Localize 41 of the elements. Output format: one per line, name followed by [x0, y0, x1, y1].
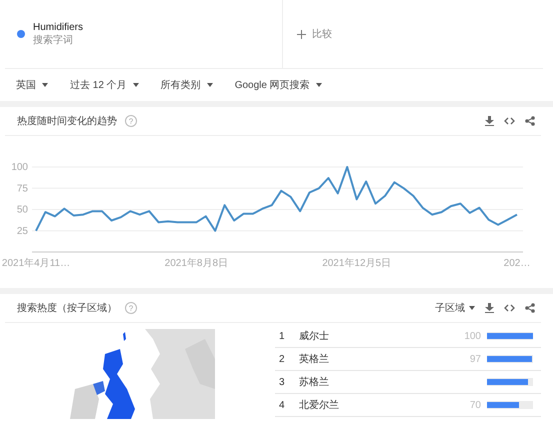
interest-value: 100: [463, 330, 481, 342]
rank-number: 1: [278, 330, 286, 342]
section-title: 搜索热度（按子区域）: [17, 302, 117, 315]
rank-number: 3: [278, 376, 286, 388]
rank-number: 2: [278, 354, 286, 364]
axis-tick-label: 202…: [504, 258, 530, 269]
caret-icon[interactable]: [132, 83, 139, 87]
resolution-dropdown[interactable]: 子区域: [435, 301, 475, 315]
axis-tick-label: 25: [16, 226, 28, 237]
axis-tick-label: 50: [16, 204, 28, 216]
search-term: Humidifiers: [33, 22, 84, 32]
filter-dropdown[interactable]: Google 网页搜索: [234, 78, 322, 92]
interest-value: 97: [468, 354, 481, 364]
axis-tick-label: 2021年4月11…: [2, 258, 70, 269]
term-type-label: 搜索字词: [33, 34, 74, 46]
filter-dropdown[interactable]: 所有类别: [160, 78, 213, 92]
download-icon[interactable]: [485, 116, 494, 126]
filter-dropdown[interactable]: 英国: [16, 78, 48, 92]
region-name[interactable]: 苏格兰: [299, 375, 451, 389]
filter-dropdown[interactable]: 过去 12 个月: [70, 78, 139, 92]
embed-code-icon[interactable]: [504, 304, 515, 312]
plus-icon[interactable]: [297, 30, 306, 38]
caret-icon[interactable]: [316, 83, 322, 87]
embed-code-icon[interactable]: [504, 117, 515, 125]
caret-icon[interactable]: [206, 83, 213, 87]
region-name[interactable]: 北爱尔兰: [299, 398, 451, 412]
interest-value: 70: [468, 400, 481, 410]
caret-icon[interactable]: [469, 306, 475, 310]
download-icon[interactable]: [485, 303, 494, 313]
region-name[interactable]: 威尔士: [299, 329, 451, 343]
caret-icon[interactable]: [42, 83, 48, 87]
section-title: 热度随时间变化的趋势: [17, 114, 117, 128]
region-name[interactable]: 英格兰: [299, 352, 451, 366]
share-icon[interactable]: [525, 303, 535, 313]
share-icon[interactable]: [525, 116, 535, 126]
axis-tick-label: 2021年12月5日: [322, 258, 392, 269]
axis-tick-label: 100: [11, 162, 28, 173]
compare-link[interactable]: 比较: [312, 27, 332, 41]
rank-number: 4: [278, 400, 286, 410]
axis-tick-label: 2021年8月8日: [164, 258, 228, 269]
axis-tick-label: 75: [16, 183, 28, 194]
